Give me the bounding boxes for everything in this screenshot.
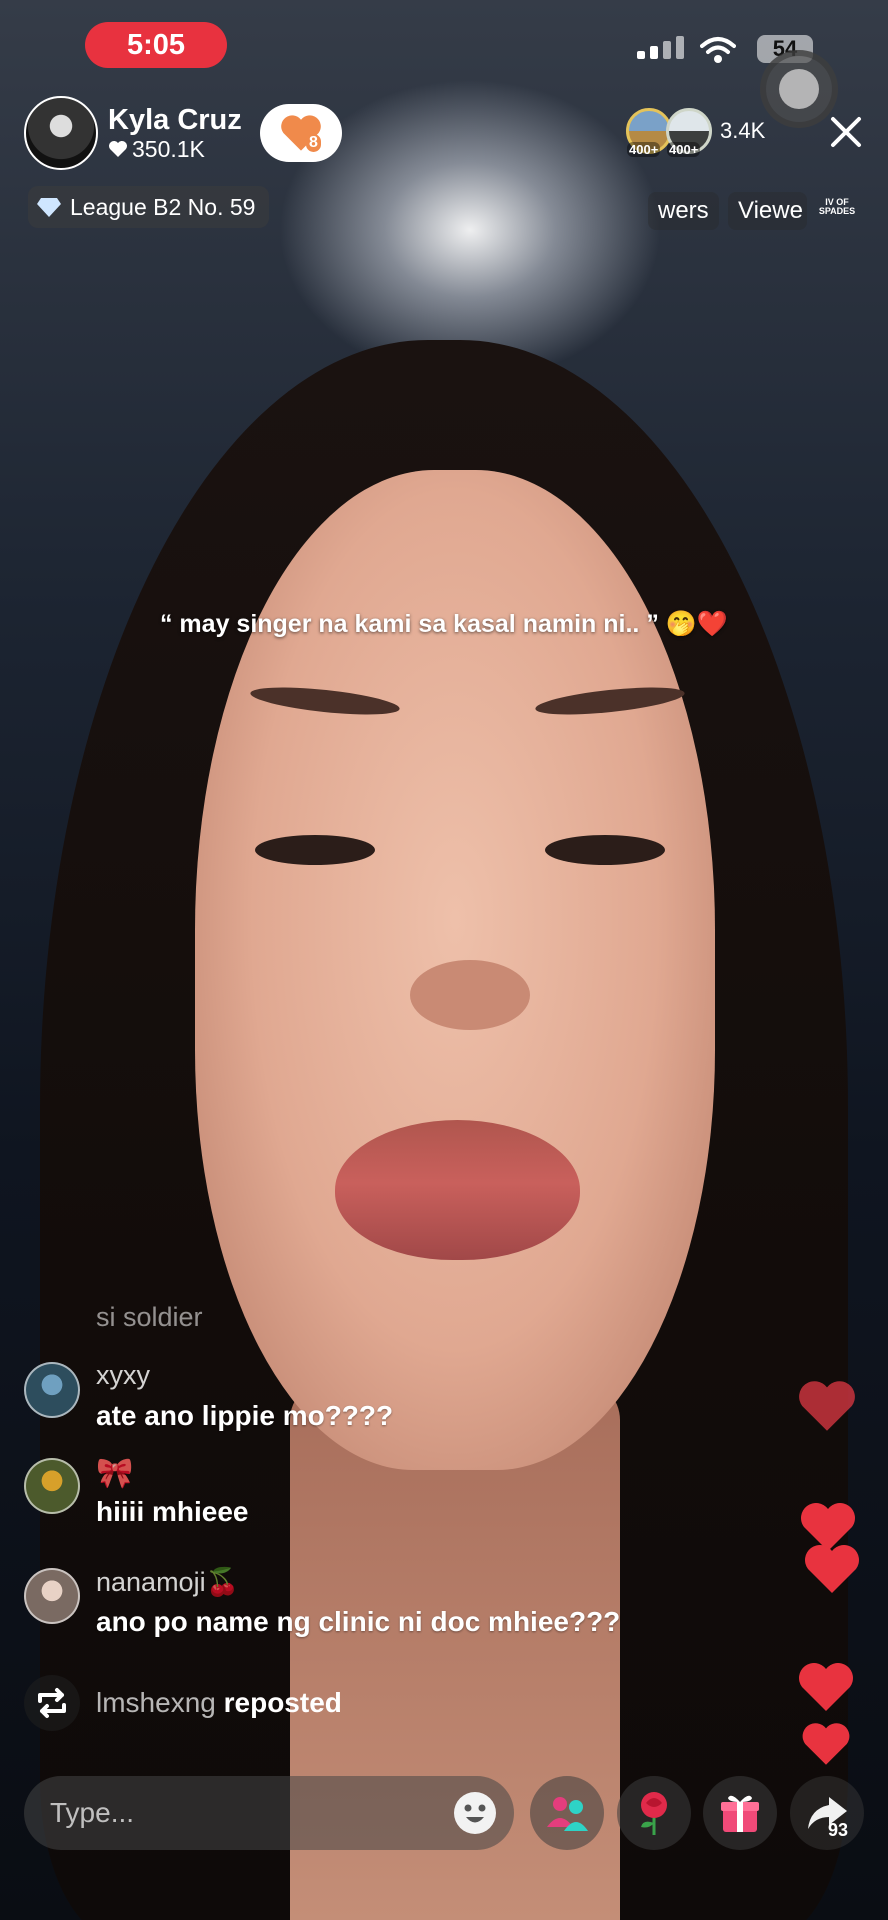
repost-notice: lmshexng reposted — [24, 1674, 342, 1732]
host-likes-count: 350.1K — [132, 136, 205, 162]
floating-heart-icon — [802, 1723, 850, 1765]
gift-button[interactable] — [703, 1776, 777, 1850]
chat-text: ate ano lippie mo???? — [96, 1400, 394, 1431]
comment-placeholder: Type... — [50, 1797, 135, 1828]
chat-username[interactable]: xyxy — [96, 1360, 150, 1391]
chat-text: ano po name ng clinic ni doc mhiee??? — [96, 1606, 621, 1637]
live-title: “ may singer na kami sa kasal namin ni..… — [159, 610, 729, 638]
guests-button[interactable] — [530, 1776, 604, 1850]
gift-icon — [721, 1795, 759, 1832]
viewer-count[interactable]: 3.4K — [720, 118, 765, 144]
live-stream-screen: 5:05 54 Kyla Cruz 350.1K 8 League B2 No.… — [0, 0, 888, 1920]
avatar[interactable] — [24, 1362, 80, 1418]
right-eye — [545, 835, 665, 865]
rose-gift-button[interactable] — [617, 1776, 691, 1850]
host-profile[interactable]: Kyla Cruz 350.1K — [24, 96, 242, 170]
diamond-icon — [37, 198, 61, 217]
signal-icon — [637, 36, 684, 59]
share-button[interactable] — [790, 1776, 864, 1850]
top-viewers[interactable]: 400+ 400+ 3.4K — [626, 108, 765, 157]
heart-count: 8 — [306, 134, 321, 152]
status-time: 5:05 — [85, 22, 227, 68]
league-badge[interactable]: League B2 No. 59 — [28, 186, 270, 228]
close-icon[interactable] — [828, 114, 864, 150]
chat-previous-fragment: si soldier — [96, 1302, 203, 1332]
spades-logo: IV OF SPADES — [818, 197, 856, 216]
assistive-touch-button[interactable] — [760, 50, 838, 128]
rose-icon — [641, 1792, 667, 1835]
guests-icon — [547, 1797, 588, 1831]
wifi-icon — [700, 37, 736, 63]
tab-viewers[interactable]: Viewe — [728, 192, 807, 230]
avatar[interactable] — [24, 1458, 80, 1514]
comment-input[interactable]: Type... — [24, 1776, 514, 1850]
league-label: League B2 No. 59 — [70, 193, 256, 220]
repost-icon — [24, 1675, 80, 1731]
floating-heart-icon — [799, 1663, 853, 1711]
nose-shape — [410, 960, 530, 1030]
repost-action: reposted — [223, 1687, 342, 1718]
host-name: Kyla Cruz — [108, 104, 242, 136]
chat-username[interactable]: nanamoji🍒 — [96, 1566, 239, 1598]
chat-username[interactable]: 🎀 — [96, 1456, 133, 1491]
left-eye — [255, 835, 375, 865]
emoji-icon[interactable] — [452, 1790, 498, 1836]
tab-followers[interactable]: wers — [648, 192, 719, 230]
host-avatar[interactable] — [24, 96, 98, 170]
repost-username[interactable]: lmshexng — [96, 1687, 216, 1718]
floating-heart-icon — [799, 1381, 855, 1431]
chat-text: hiiii mhieee — [96, 1496, 249, 1527]
heart-icon — [109, 141, 127, 157]
share-count: 93 — [828, 1820, 849, 1840]
floating-heart-icon — [805, 1545, 859, 1593]
avatar[interactable] — [24, 1568, 80, 1624]
lips-shape — [335, 1120, 580, 1260]
follow-heart-button[interactable]: 8 — [260, 104, 342, 162]
top-viewer-avatar[interactable]: 400+ — [666, 108, 712, 157]
